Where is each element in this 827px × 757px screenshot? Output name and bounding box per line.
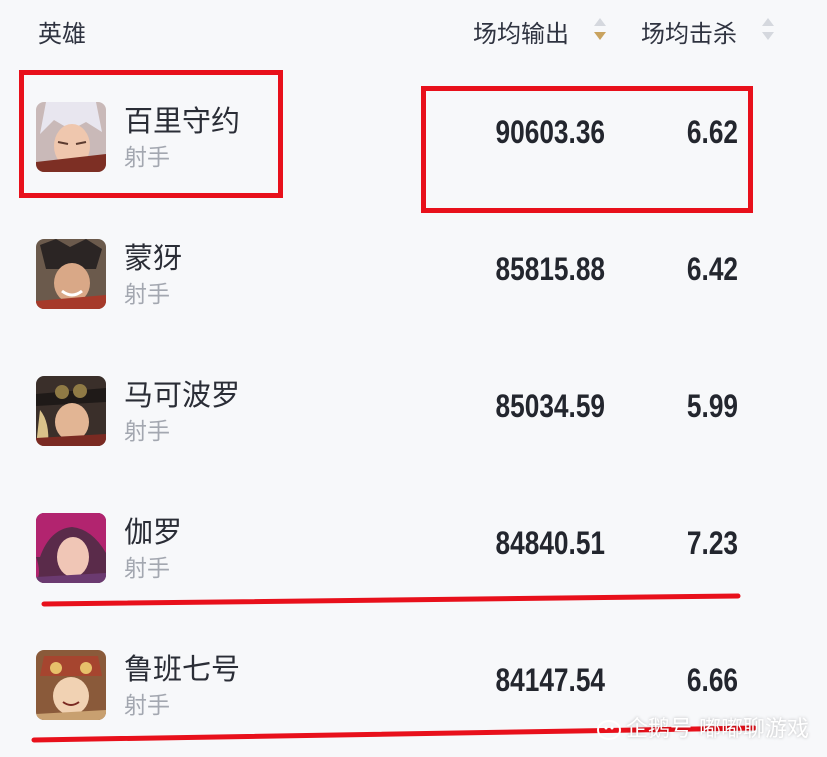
avg-damage-sort-icon[interactable] [594, 18, 606, 44]
table-row[interactable]: 马可波罗 射手 85034.59 5.99 [0, 346, 827, 483]
hero-role: 射手 [124, 693, 170, 719]
hero-name: 马可波罗 [124, 378, 241, 412]
watermark: 企鹅号 嘟嘟聊游戏 [596, 711, 809, 743]
hero-role: 射手 [124, 556, 170, 582]
avg-damage-value: 85034.59 [495, 388, 605, 424]
hero-role: 射手 [124, 282, 170, 308]
table-row[interactable]: 蒙犽 射手 85815.88 6.42 [0, 209, 827, 346]
avg-kills-value: 6.66 [686, 662, 738, 698]
avg-kills-value: 6.42 [686, 251, 738, 287]
hero-role: 射手 [124, 419, 170, 445]
avg-damage-value: 84840.51 [495, 525, 605, 561]
highlight-underline [41, 593, 741, 607]
hero-avatar-icon [36, 376, 106, 446]
avg-kills-column-header[interactable]: 场均击杀 [641, 14, 737, 49]
avg-kills-sort-icon[interactable] [762, 18, 774, 44]
hero-avatar-icon [36, 239, 106, 309]
hero-avatar-icon [36, 513, 106, 583]
penguin-logo-icon [597, 720, 621, 740]
highlight-box-stats [421, 86, 753, 213]
avg-kills-value: 5.99 [686, 388, 738, 424]
avg-kills-value: 7.23 [686, 525, 738, 561]
hero-name: 蒙犽 [124, 241, 183, 275]
hero-avatar-icon [36, 650, 106, 720]
avg-damage-value: 84147.54 [495, 662, 605, 698]
hero-column-header: 英雄 [38, 20, 86, 48]
hero-name: 鲁班七号 [124, 652, 241, 686]
avg-damage-value: 85815.88 [495, 251, 605, 287]
highlight-box-hero [19, 70, 283, 198]
avg-damage-column-header[interactable]: 场均输出 [473, 14, 569, 49]
watermark-text: 企鹅号 嘟嘟聊游戏 [626, 717, 809, 742]
table-header: 英雄 场均输出 场均击杀 [0, 0, 827, 62]
hero-name: 伽罗 [124, 515, 183, 549]
